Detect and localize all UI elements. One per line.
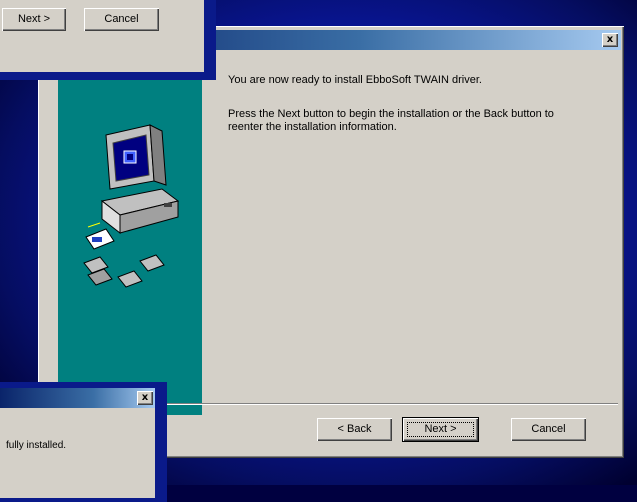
background-dialog-top: Next > Cancel: [0, 0, 216, 80]
back-button[interactable]: < Back: [317, 418, 392, 441]
completion-message: fully installed.: [6, 440, 67, 451]
dialog-body: x fully installed.: [0, 388, 155, 498]
computer-install-illustration: [83, 124, 180, 288]
cancel-button[interactable]: Cancel: [84, 8, 159, 31]
next-button[interactable]: Next >: [402, 417, 479, 442]
next-button[interactable]: Next >: [2, 8, 66, 31]
dialog-titlebar[interactable]: x: [0, 388, 155, 408]
instruction-message: Press the Next button to begin the insta…: [228, 108, 554, 133]
cancel-button[interactable]: Cancel: [511, 418, 586, 441]
dialog-body: Next > Cancel: [0, 0, 204, 72]
close-button[interactable]: x: [137, 391, 153, 405]
computer-icon: [100, 124, 180, 235]
ready-message: You are now ready to install EbboSoft TW…: [228, 74, 482, 86]
disk-icons: [83, 222, 165, 288]
wizard-side-panel: [58, 77, 202, 415]
close-button[interactable]: x: [602, 33, 618, 47]
background-dialog-bottom: x fully installed.: [0, 382, 167, 502]
